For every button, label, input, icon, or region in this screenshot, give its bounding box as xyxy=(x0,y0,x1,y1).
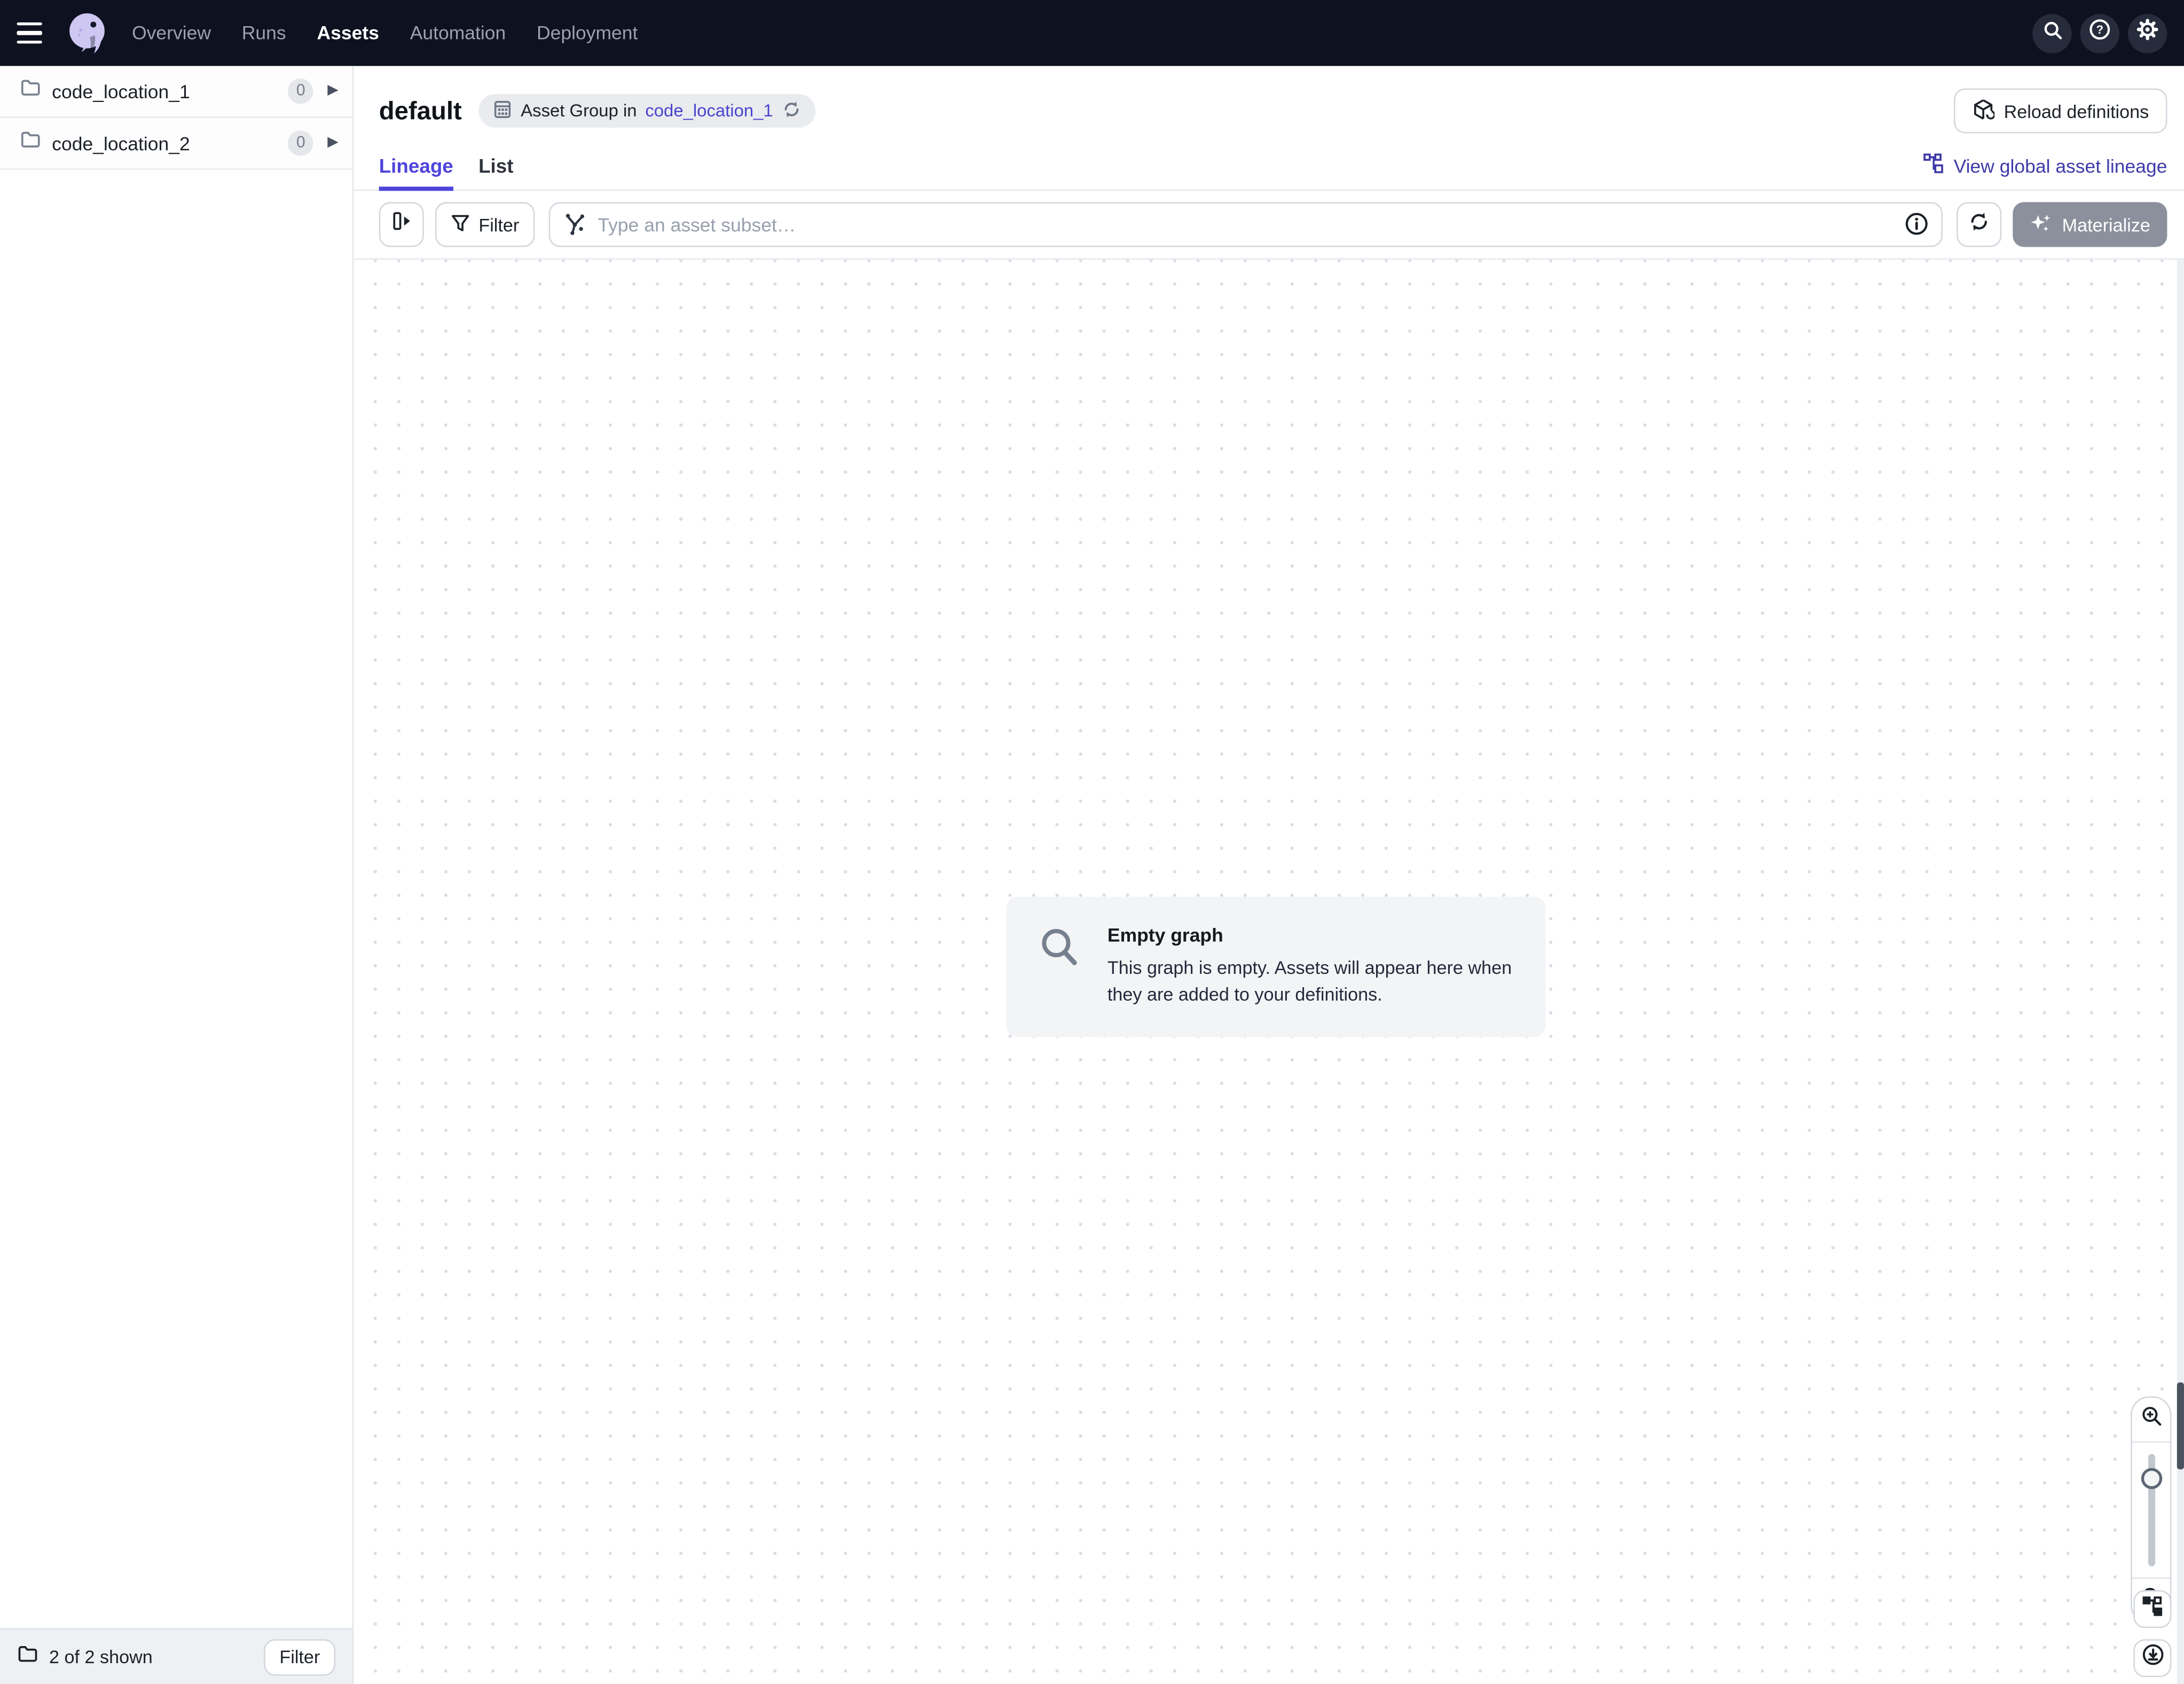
lineage-graph-canvas[interactable]: Empty graph This graph is empty. Assets … xyxy=(353,259,2184,1684)
folder-icon xyxy=(17,1643,38,1671)
view-global-asset-lineage-label: View global asset lineage xyxy=(1954,155,2167,176)
materialize-label: Materialize xyxy=(2062,214,2150,235)
nav-item-runs[interactable]: Runs xyxy=(242,22,286,43)
refresh-icon[interactable] xyxy=(781,99,801,123)
help-button[interactable]: ? xyxy=(2080,13,2119,53)
page-title: default xyxy=(379,96,462,125)
sidebar-footer: 2 of 2 shown Filter xyxy=(0,1628,352,1684)
sparkle-icon xyxy=(2030,211,2052,238)
view-tabs: Lineage List View global asset lineage xyxy=(353,141,2184,191)
empty-graph-description: This graph is empty. Assets will appear … xyxy=(1107,956,1518,1009)
refresh-icon xyxy=(1968,210,1991,239)
empty-graph-title: Empty graph xyxy=(1107,925,1518,946)
asset-group-badge: Asset Group in code_location_1 xyxy=(478,94,815,128)
asset-groups-sidebar: code_location_1 0 ▶ code_location_2 0 ▶ … xyxy=(0,66,353,1684)
hamburger-menu-icon[interactable] xyxy=(17,16,51,50)
zoom-slider-knob[interactable] xyxy=(2141,1468,2162,1489)
sidebar-filter-button[interactable]: Filter xyxy=(264,1639,335,1675)
scrollbar-thumb[interactable] xyxy=(2177,1382,2184,1469)
badge-text: Asset Group in xyxy=(521,101,637,121)
code-location-label: code_location_1 xyxy=(52,81,277,101)
tab-list[interactable]: List xyxy=(478,154,513,190)
funnel-icon xyxy=(451,213,470,237)
asset-count-badge: 0 xyxy=(288,78,313,104)
fit-graph-button[interactable] xyxy=(2133,1590,2171,1628)
lineage-graph-icon xyxy=(1923,153,1944,178)
code-location-link[interactable]: code_location_1 xyxy=(645,101,773,121)
nav-item-overview[interactable]: Overview xyxy=(132,22,211,43)
sidebar-item-code-location-2[interactable]: code_location_2 0 ▶ xyxy=(0,118,352,170)
folder-icon xyxy=(20,77,41,106)
settings-button[interactable] xyxy=(2128,13,2167,53)
graph-filter-button[interactable]: Filter xyxy=(435,202,535,247)
folder-icon xyxy=(20,129,41,158)
tab-lineage[interactable]: Lineage xyxy=(379,154,453,190)
zoom-in-icon xyxy=(2140,1405,2162,1434)
app-window: Overview Runs Assets Automation Deployme… xyxy=(0,0,2184,1684)
materialize-button[interactable]: Materialize xyxy=(2013,202,2167,247)
info-icon[interactable] xyxy=(1905,212,1929,243)
panel-expand-icon xyxy=(391,210,412,239)
collapse-panel-button[interactable] xyxy=(379,202,424,247)
nav-item-assets[interactable]: Assets xyxy=(317,22,379,43)
view-global-asset-lineage-link[interactable]: View global asset lineage xyxy=(1923,153,2167,190)
main-panel: default Asset Group in code_location_1 xyxy=(353,66,2184,1684)
refresh-graph-button[interactable] xyxy=(1957,202,2002,247)
zoom-in-button[interactable] xyxy=(2132,1398,2170,1441)
lineage-toolbar: Filter xyxy=(353,191,2184,259)
op-selector-icon xyxy=(563,212,587,243)
download-icon xyxy=(2141,1643,2164,1673)
search-icon xyxy=(2041,19,2062,47)
reload-definitions-label: Reload definitions xyxy=(2004,100,2149,121)
magnifier-icon xyxy=(1037,925,1082,1009)
empty-graph-card: Empty graph This graph is empty. Assets … xyxy=(1007,897,1545,1037)
asset-count-badge: 0 xyxy=(288,130,313,155)
search-button[interactable] xyxy=(2032,13,2072,53)
reload-definitions-button[interactable]: Reload definitions xyxy=(1953,89,2167,133)
chevron-right-icon[interactable]: ▶ xyxy=(327,84,338,98)
sidebar-item-code-location-1[interactable]: code_location_1 0 ▶ xyxy=(0,66,352,118)
settings-gear-icon xyxy=(2136,18,2159,48)
svg-text:?: ? xyxy=(2096,23,2103,36)
shown-count-label: 2 of 2 shown xyxy=(49,1646,253,1667)
lineage-graph-icon xyxy=(2142,1595,2163,1623)
page-header: default Asset Group in code_location_1 xyxy=(353,66,2184,142)
vertical-scrollbar[interactable] xyxy=(2177,259,2184,1684)
asset-group-icon xyxy=(493,99,513,123)
zoom-slider[interactable] xyxy=(2132,1442,2170,1579)
nav-item-automation[interactable]: Automation xyxy=(410,22,506,43)
graph-filter-label: Filter xyxy=(478,214,519,235)
top-nav: Overview Runs Assets Automation Deployme… xyxy=(0,0,2184,66)
dagster-logo-icon[interactable] xyxy=(62,7,113,58)
download-graph-button[interactable] xyxy=(2133,1639,2171,1677)
nav-item-deployment[interactable]: Deployment xyxy=(537,22,638,43)
chevron-right-icon[interactable]: ▶ xyxy=(327,136,338,150)
asset-subset-search xyxy=(548,202,1943,247)
code-location-label: code_location_2 xyxy=(52,132,277,153)
help-icon: ? xyxy=(2088,18,2111,48)
asset-subset-input[interactable] xyxy=(548,202,1943,247)
reload-cube-icon xyxy=(1971,98,1994,124)
nav-links: Overview Runs Assets Automation Deployme… xyxy=(132,22,638,43)
